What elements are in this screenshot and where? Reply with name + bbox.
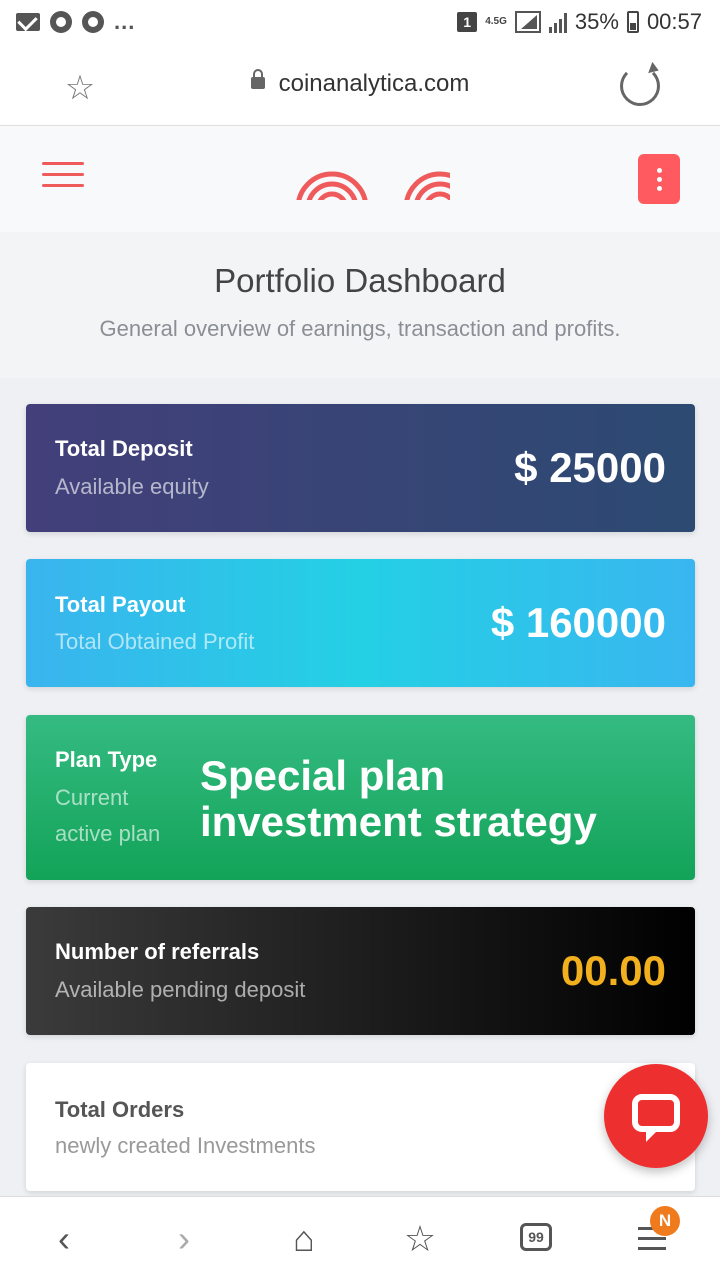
reload-icon[interactable] [620,66,660,106]
chat-icon [632,1094,680,1142]
forward-icon[interactable]: › [162,1217,206,1261]
url-text: coinanalytica.com [278,70,470,97]
home-icon[interactable]: ⌂ [282,1217,326,1261]
signal-bars-icon [548,11,567,33]
referrals-card: Number of referrals Available pending de… [26,907,695,1035]
back-icon[interactable]: ‹ [42,1217,86,1261]
page-title: Portfolio Dashboard [214,262,506,299]
clock: 00:57 [646,9,702,34]
card-subtitle: newly created Investments [55,1133,316,1158]
page-header: Portfolio Dashboard General overview of … [0,232,720,378]
hamburger-menu-icon[interactable] [42,162,84,188]
more-notifications: ... [114,9,136,34]
total-orders-card: Total Orders newly created Investments 4 [26,1063,695,1191]
total-deposit-card: Total Deposit Available equity $ 25000 [26,404,695,532]
address-bar: ☆ coinanalytica.com [0,44,720,126]
browser-bottom-nav: ‹ › ⌂ ☆ 99 [0,1196,720,1280]
more-options-button[interactable] [638,154,680,204]
signal-icon [514,11,541,33]
sim-icon: 1 [457,12,478,32]
status-bar: ... 1 4.5G 35% 00:57 [0,0,720,44]
card-title: Total Orders [55,1097,185,1122]
card-title: Number of referrals [55,939,260,964]
bookmarks-icon[interactable]: ☆ [398,1217,442,1261]
tabs-count: 99 [520,1223,552,1251]
chrome-icon [50,11,72,33]
card-value: Special plan investment strategy [200,753,597,845]
tabs-button[interactable]: 99 [516,1217,560,1261]
menu-badge: N [650,1206,680,1236]
lock-icon [250,68,265,89]
network-type: 4.5G [485,16,507,27]
card-title: Total Deposit [55,436,193,461]
card-value: $ 160000 [490,599,666,646]
card-subtitle: Available pending deposit [55,977,306,1002]
plan-type-card: Plan Type Current active plan Special pl… [26,715,695,880]
mail-icon [16,13,40,31]
total-payout-card: Total Payout Total Obtained Profit $ 160… [26,559,695,687]
card-title: Plan Type [55,747,158,772]
site-header [0,126,720,232]
battery-icon [626,11,639,33]
card-subtitle-line2: active plan [55,821,161,846]
card-subtitle: Total Obtained Profit [55,629,255,654]
url-field[interactable]: coinanalytica.com [0,68,720,98]
chrome-icon-2 [82,11,104,33]
live-chat-button[interactable] [604,1064,708,1168]
card-value: 00.00 [560,947,666,994]
plan-name-line1: Special plan [200,752,446,799]
card-title: Total Payout [55,592,186,617]
site-logo[interactable] [290,170,450,200]
card-value: $ 25000 [514,444,666,491]
plan-name-line2: investment strategy [200,798,597,845]
card-subtitle-line1: Current [55,785,129,810]
battery-percent: 35% [574,9,619,34]
card-subtitle: Available equity [55,474,209,499]
page-subtitle: General overview of earnings, transactio… [99,316,621,341]
